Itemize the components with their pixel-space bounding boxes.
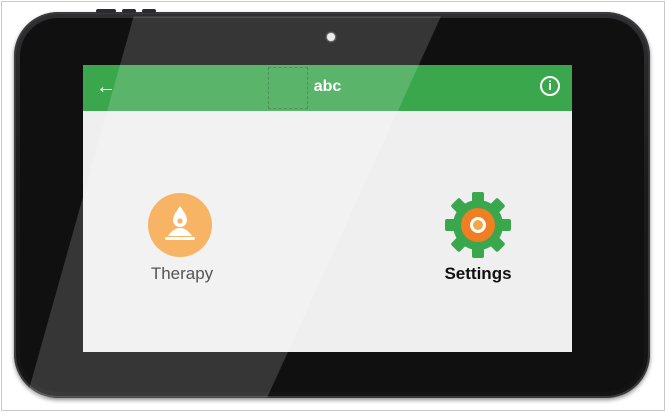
settings-tile[interactable]: Settings xyxy=(443,192,512,292)
therapy-tile[interactable]: Therapy xyxy=(147,192,213,292)
hardware-button[interactable] xyxy=(122,9,136,13)
device-screen: ← abc i Therapy Settings xyxy=(83,65,572,352)
front-camera xyxy=(327,33,335,41)
therapy-label: Therapy xyxy=(150,264,214,283)
therapy-icon xyxy=(148,193,212,257)
gear-icon xyxy=(445,192,511,258)
info-icon[interactable]: i xyxy=(540,76,560,96)
hardware-button[interactable] xyxy=(142,9,156,13)
info-glyph: i xyxy=(548,78,552,93)
app-title: abc xyxy=(313,78,342,95)
hardware-button[interactable] xyxy=(96,9,116,13)
app-bar: ← abc i xyxy=(83,65,572,111)
settings-label: Settings xyxy=(444,264,512,283)
